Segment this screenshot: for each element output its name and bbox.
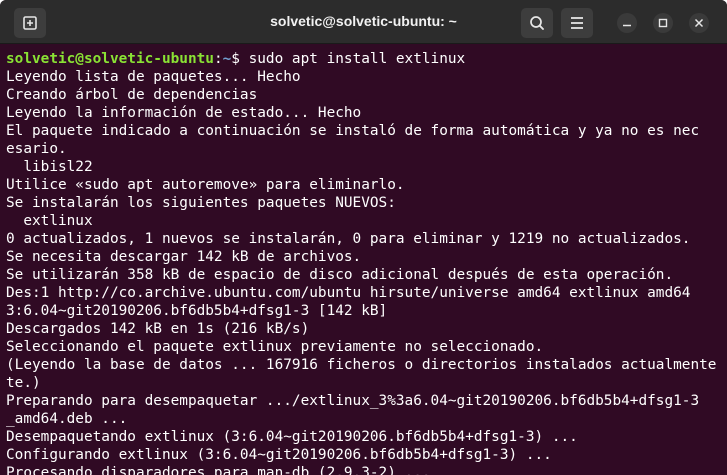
output-line: Seleccionando el paquete extlinux previa… <box>6 339 544 355</box>
output-line: (Leyendo la base de datos ... 167916 fic… <box>6 357 717 373</box>
output-line: Utilice «sudo apt autoremove» para elimi… <box>6 177 405 193</box>
prompt-path: ~ <box>222 51 232 67</box>
output-line: Descargados 142 kB en 1s (216 kB/s) <box>6 321 310 337</box>
title-bar[interactable]: solvetic@solvetic-ubuntu: ~ <box>0 0 727 44</box>
output-line: Se instalarán los siguientes paquetes NU… <box>6 195 396 211</box>
output-line: El paquete indicado a continuación se in… <box>6 123 700 139</box>
prompt-separator: : <box>213 51 223 67</box>
output-line: extlinux <box>6 213 93 229</box>
output-line: Creando árbol de dependencias <box>6 87 258 103</box>
hamburger-menu-icon <box>571 17 583 29</box>
prompt-command: sudo apt install extlinux <box>248 51 466 67</box>
search-icon <box>530 16 544 30</box>
new-tab-icon <box>23 16 37 30</box>
close-icon <box>694 18 704 28</box>
output-line: esario. <box>6 141 67 157</box>
prompt-user-host: solvetic@solvetic-ubuntu <box>6 51 214 67</box>
terminal-content[interactable]: solvetic@solvetic-ubuntu:~$ sudo apt ins… <box>0 44 727 475</box>
output-line: 0 actualizados, 1 nuevos se instalarán, … <box>6 231 691 247</box>
output-line: Configurando extlinux (3:6.04~git2019020… <box>6 447 552 463</box>
output-line: Preparando para desempaquetar .../extlin… <box>6 393 700 409</box>
menu-button[interactable] <box>561 8 593 38</box>
output-line: Leyendo la información de estado... Hech… <box>6 105 362 121</box>
output-line: _amd64.deb ... <box>6 411 128 427</box>
prompt-symbol: $ <box>231 51 249 67</box>
output-line: 3:6.04~git20190206.bf6db5b4+dfsg1-3 [142… <box>6 303 388 319</box>
output-line: libisl22 <box>6 159 93 175</box>
output-line: te.) <box>6 375 41 391</box>
output-line: Se utilizarán 358 kB de espacio de disco… <box>6 267 674 283</box>
close-button[interactable] <box>689 13 709 33</box>
minimize-icon <box>623 24 631 27</box>
output-line: Des:1 http://co.archive.ubuntu.com/ubunt… <box>6 285 691 301</box>
output-line: Procesando disparadores para man-db (2.9… <box>6 465 431 475</box>
minimize-button[interactable] <box>617 13 637 33</box>
terminal-window: solvetic@solvetic-ubuntu: ~ solvetic@sol… <box>0 0 727 475</box>
output-line: Se necesita descargar 142 kB de archivos… <box>6 249 362 265</box>
output-line: Desempaquetando extlinux (3:6.04~git2019… <box>6 429 578 445</box>
terminal-output: solvetic@solvetic-ubuntu:~$ sudo apt ins… <box>6 50 716 475</box>
output-line: Leyendo lista de paquetes... Hecho <box>6 69 301 85</box>
maximize-button[interactable] <box>653 13 673 33</box>
search-button[interactable] <box>521 8 553 38</box>
prompt-line: solvetic@solvetic-ubuntu:~$ sudo apt ins… <box>6 50 716 68</box>
new-tab-button[interactable] <box>14 8 46 38</box>
maximize-icon <box>658 18 668 28</box>
